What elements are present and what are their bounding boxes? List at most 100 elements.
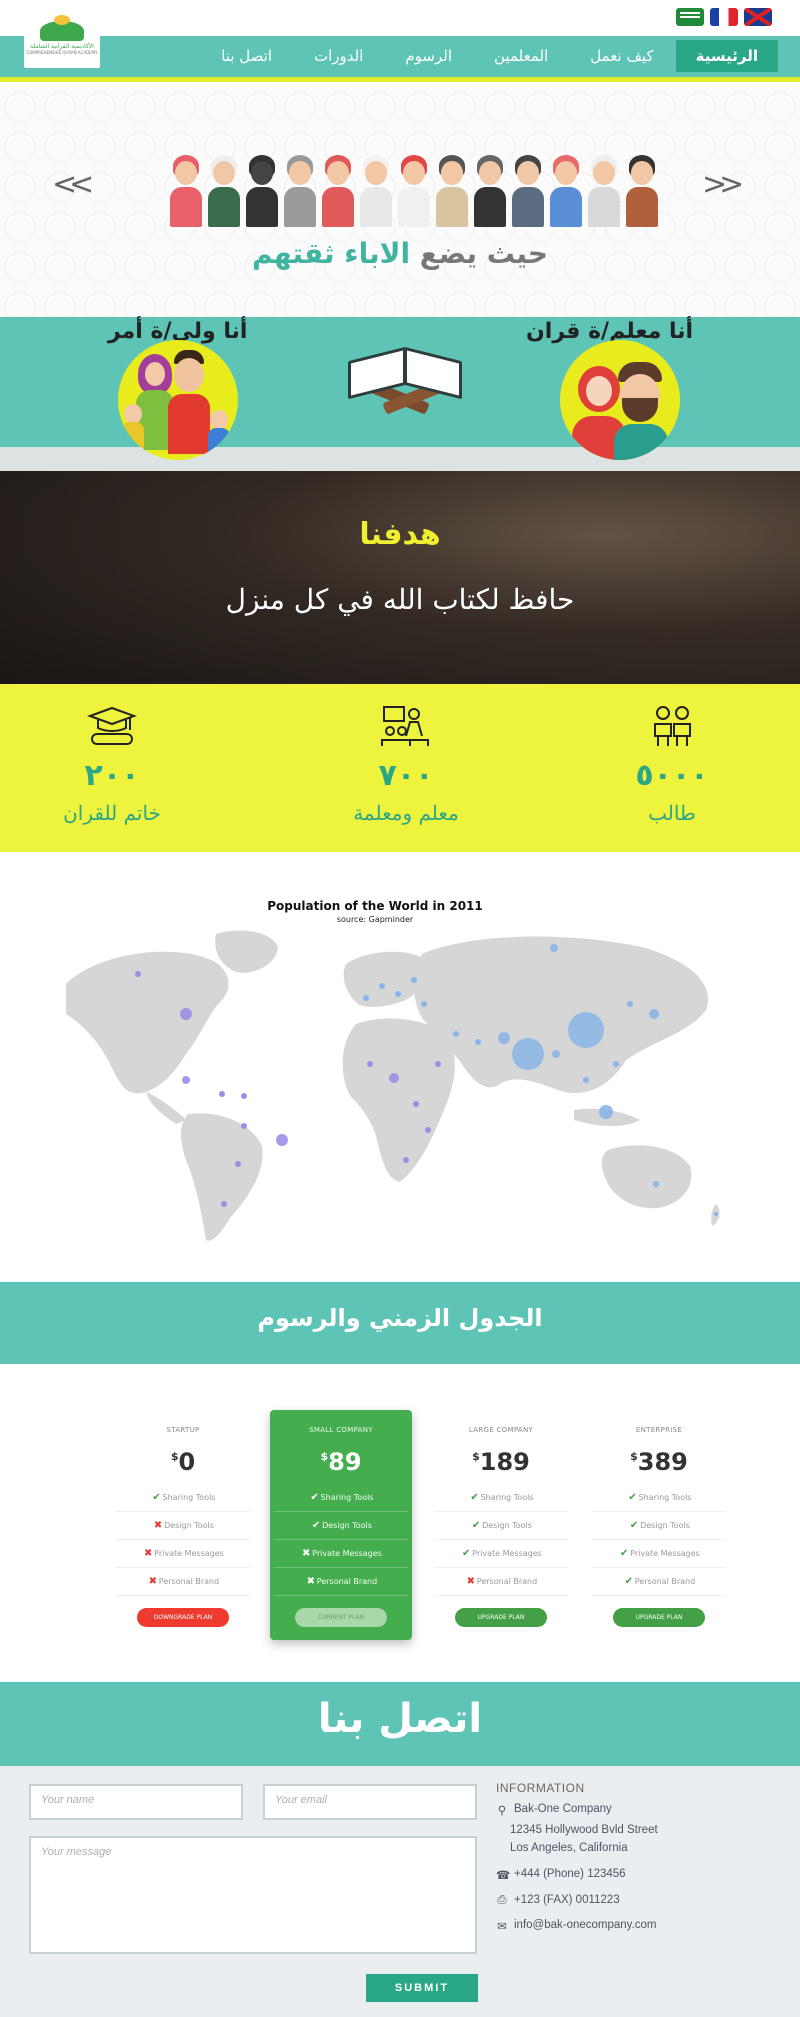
france-flag-icon[interactable] — [710, 8, 738, 26]
check-icon: ✔ — [628, 1492, 637, 1503]
africa — [342, 1018, 455, 1182]
contact-title: اتصل بنا — [317, 1696, 483, 1742]
check-icon: ✔ — [629, 1520, 639, 1531]
goal-title: هدفنا — [359, 517, 441, 552]
bubble-mexico — [182, 1076, 190, 1084]
bubble-africa-1 — [413, 1101, 419, 1107]
plan-feature: ✔ Private Messages — [592, 1540, 726, 1568]
teacher-avatar[interactable] — [560, 340, 680, 460]
bubble-australia — [653, 1181, 659, 1187]
graduation-icon — [86, 704, 138, 748]
downgrade-plan-button[interactable]: DOWNGRADE PLAN — [137, 1608, 229, 1627]
bubble-africa-4 — [435, 1061, 441, 1067]
plan-name: SMALL COMPANY — [309, 1426, 373, 1434]
check-icon: ✔ — [471, 1520, 481, 1531]
info-fax: ⎙ +123 (FAX) 0011223 — [497, 1893, 620, 1906]
stat-khatm-label: خاتم للقران — [63, 801, 161, 825]
check-icon: ✔ — [619, 1548, 629, 1559]
fees-section-header: الجدول الزمني والرسوم — [0, 1282, 800, 1364]
person-figure — [510, 151, 546, 227]
bubble-europe-1 — [379, 983, 385, 989]
check-icon: ✔ — [470, 1492, 479, 1503]
plan-feature: ✖ Personal Brand — [434, 1568, 568, 1596]
fax-icon: ⎙ — [497, 1893, 507, 1906]
nav-item-fees[interactable]: الرسوم — [385, 40, 472, 72]
stat-teachers: ٧٠٠ معلم ومعلمة — [316, 704, 496, 825]
plan-feature: ✔ Sharing Tools — [274, 1484, 408, 1512]
person-figure — [282, 151, 318, 227]
australia — [601, 1145, 692, 1209]
name-input[interactable]: Your name — [29, 1784, 243, 1820]
check-icon: ✔ — [461, 1548, 471, 1559]
stat-students-label: طالب — [648, 801, 696, 825]
bubble-europe-3 — [411, 977, 417, 983]
bubble-china — [568, 1012, 604, 1048]
person-figure — [472, 151, 508, 227]
logo-crest-icon — [40, 15, 84, 41]
parent-avatar[interactable] — [118, 340, 238, 460]
stat-teachers-number: ٧٠٠ — [378, 758, 434, 793]
nav-item-contact[interactable]: اتصل بنا — [201, 40, 292, 72]
bubble-europe-5 — [421, 1001, 427, 1007]
person-figure — [358, 151, 394, 227]
info-city: Los Angeles, California — [510, 1842, 628, 1855]
stat-students-number: ٥٠٠٠ — [635, 758, 709, 793]
person-figure — [206, 151, 242, 227]
nav-item-teachers[interactable]: المعلمين — [474, 40, 568, 72]
message-textarea[interactable]: Your message — [29, 1836, 477, 1954]
continents — [66, 930, 720, 1241]
cross-icon: ✖ — [466, 1576, 475, 1587]
logo-text: الأكاديمية القرآنية الشاملة — [30, 43, 94, 50]
person-figure — [586, 151, 622, 227]
world-population-map: Population of the World in 2011 source: … — [0, 852, 800, 1282]
bubble-africa-5 — [403, 1157, 409, 1163]
plan-price: $89 — [320, 1448, 362, 1476]
bubble-pakistan — [498, 1032, 510, 1044]
nav-item-home[interactable]: الرئيسية — [675, 40, 778, 72]
saudi-flag-icon[interactable] — [676, 8, 704, 26]
hero-tagline-highlight: الاباء ثقتهم — [251, 237, 411, 270]
email-input[interactable]: Your email — [263, 1784, 477, 1820]
bubble-ca-1 — [219, 1091, 225, 1097]
plan-feature: ✔ Design Tools — [274, 1512, 408, 1540]
slider-prev-arrow[interactable]: << — [52, 167, 94, 202]
bubble-indonesia — [599, 1105, 613, 1119]
plan-features: ✔ Sharing Tools ✔ Design Tools ✔ Private Me… — [588, 1484, 730, 1596]
bubble-usa — [180, 1008, 192, 1020]
current-plan-button[interactable]: CURRENT PLAN — [295, 1608, 387, 1627]
upgrade-plan-button[interactable]: UPGRADE PLAN — [455, 1608, 547, 1627]
cross-icon: ✖ — [306, 1576, 315, 1587]
plan-feature: ✖ Private Messages — [116, 1540, 250, 1568]
plan-feature: ✔ Sharing Tools — [116, 1484, 250, 1512]
slider-next-arrow[interactable]: >> — [702, 167, 744, 202]
bubble-russia — [550, 944, 558, 952]
submit-button[interactable]: SUBMIT — [366, 1974, 478, 2002]
hero-tagline-text: حيث يضع — [419, 237, 549, 270]
plan-feature: ✔ Sharing Tools — [592, 1484, 726, 1512]
site-logo[interactable]: الأكاديمية القرآنية الشاملة COMPREHENSIV… — [24, 15, 100, 68]
upgrade-plan-button[interactable]: UPGRADE PLAN — [613, 1608, 705, 1627]
plan-features: ✔ Sharing Tools ✔ Design Tools ✔ Private Me… — [430, 1484, 572, 1596]
plan-feature: ✖ Design Tools — [116, 1512, 250, 1540]
nav-item-how-we-work[interactable]: كيف نعمل — [570, 40, 673, 72]
logo-subtext: COMPREHENSIVE QURAN ACADEMY — [26, 50, 98, 56]
uk-flag-icon[interactable] — [744, 8, 772, 26]
nav-menu: الرئيسية كيف نعمل المعلمين الرسوم الدورا… — [201, 40, 778, 72]
envelope-icon: ✉ — [497, 1920, 507, 1933]
world-map-svg[interactable] — [26, 914, 726, 1254]
bubble-asia-3 — [627, 1001, 633, 1007]
bubble-sa-2 — [235, 1161, 241, 1167]
check-icon: ✔ — [152, 1492, 161, 1503]
cross-icon: ✖ — [143, 1548, 153, 1559]
bubble-africa-2 — [425, 1127, 431, 1133]
info-title: INFORMATION — [496, 1781, 585, 1795]
main-navbar: الرئيسية كيف نعمل المعلمين الرسوم الدورا… — [0, 36, 800, 82]
cross-icon: ✖ — [153, 1520, 163, 1531]
plan-startup: STARTUP $0 ✔ Sharing Tools ✖ Design Tools … — [112, 1426, 254, 1627]
nav-item-courses[interactable]: الدورات — [294, 40, 383, 72]
plan-feature: ✖ Personal Brand — [274, 1568, 408, 1596]
greenland — [215, 930, 278, 973]
language-switcher — [676, 8, 772, 26]
bubble-nz — [714, 1212, 718, 1216]
info-email[interactable]: ✉ info@bak-onecompany.com — [496, 1919, 786, 1933]
